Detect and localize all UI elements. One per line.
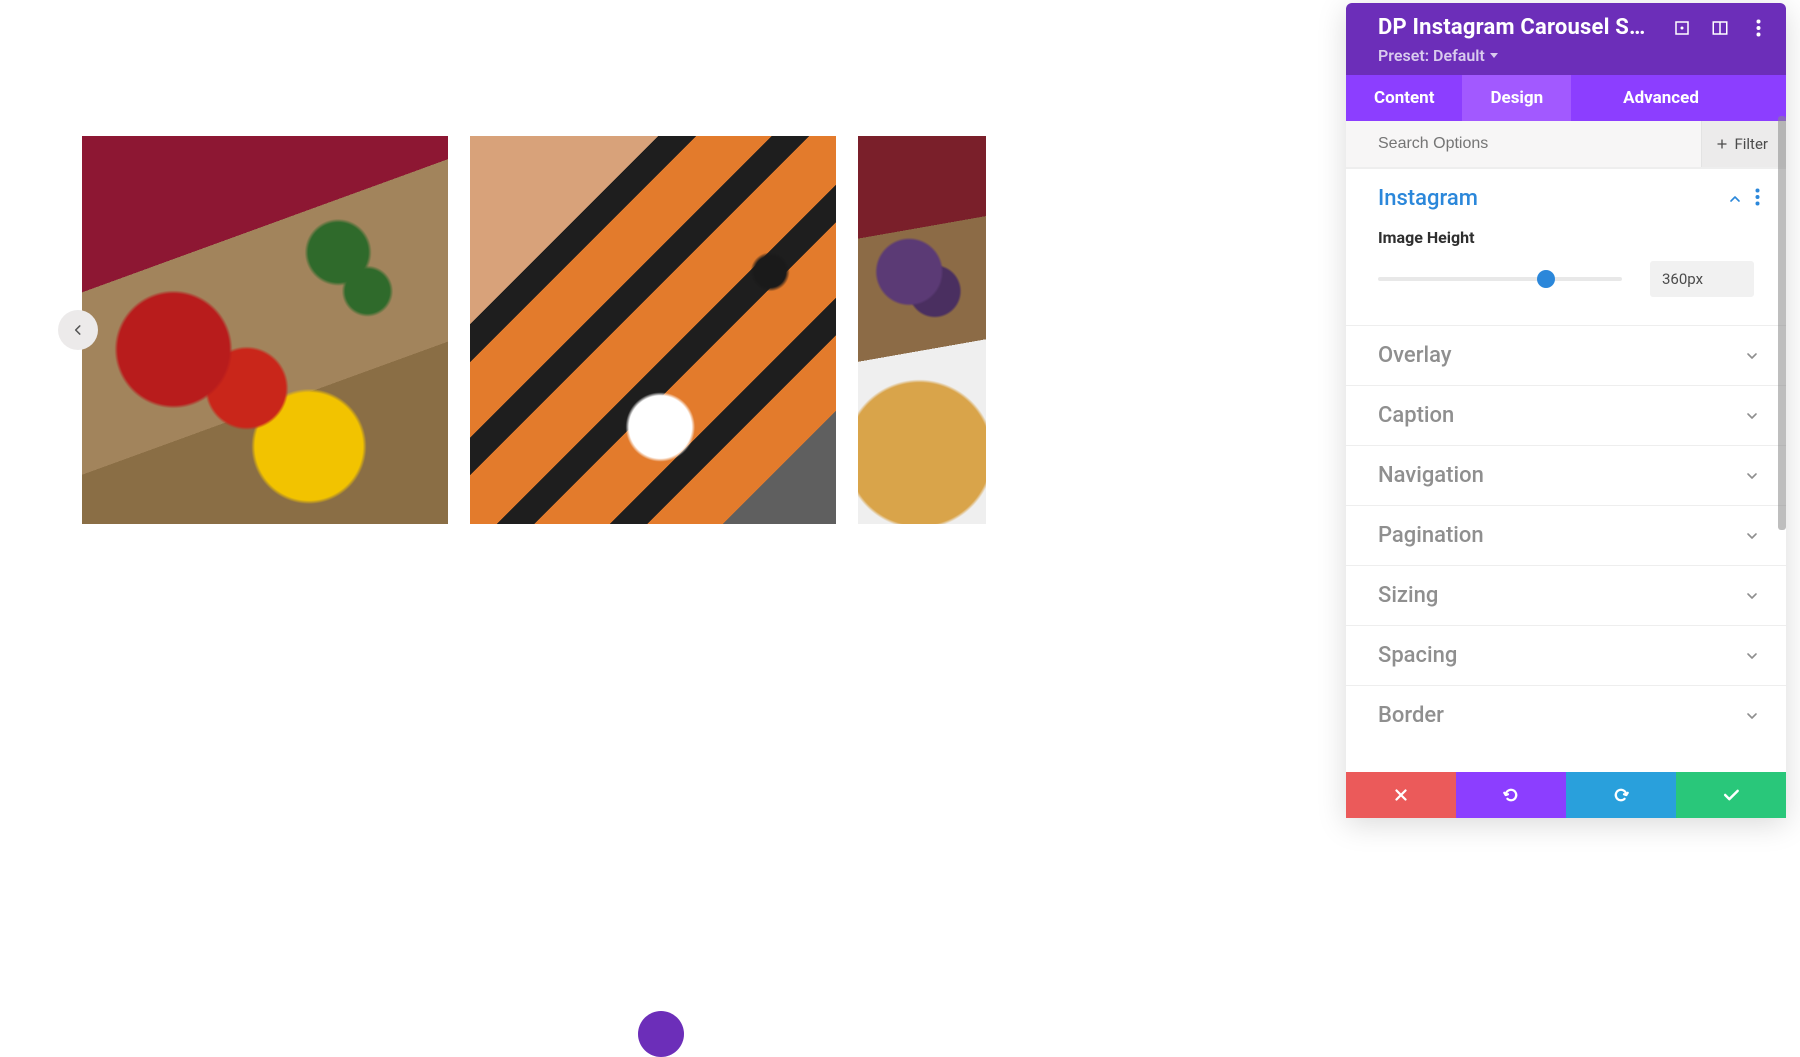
tab-advanced[interactable]: Advanced [1571, 75, 1727, 121]
instagram-carousel [82, 136, 986, 524]
settings-panel: DP Instagram Carousel Setti... Preset: D… [1346, 3, 1786, 818]
slider-thumb[interactable] [1537, 270, 1555, 288]
chevron-down-icon [1744, 648, 1760, 664]
chevron-down-icon [1744, 708, 1760, 724]
section-title: Navigation [1378, 463, 1744, 488]
tab-content[interactable]: Content [1346, 75, 1462, 121]
section-caption: Caption [1346, 385, 1786, 445]
chevron-down-icon [1744, 528, 1760, 544]
panel-scrollbar[interactable] [1778, 116, 1786, 530]
carousel-prev-button[interactable] [58, 310, 98, 350]
section-border: Border [1346, 685, 1786, 734]
section-sizing: Sizing [1346, 565, 1786, 625]
section-toggle-overlay[interactable]: Overlay [1346, 326, 1786, 385]
chevron-down-icon [1744, 348, 1760, 364]
section-title: Instagram [1378, 186, 1727, 211]
filter-button[interactable]: Filter [1701, 121, 1786, 167]
section-title: Sizing [1378, 583, 1744, 608]
section-overlay: Overlay [1346, 325, 1786, 385]
carousel-image[interactable] [858, 136, 986, 524]
section-instagram: Instagram Image Height 360px [1346, 168, 1786, 325]
section-toggle-sizing[interactable]: Sizing [1346, 566, 1786, 625]
preset-dropdown[interactable]: Preset: Default [1378, 46, 1498, 65]
panel-title: DP Instagram Carousel Setti... [1378, 15, 1654, 40]
caret-down-icon [1490, 53, 1498, 58]
section-title: Caption [1378, 403, 1744, 428]
section-navigation: Navigation [1346, 445, 1786, 505]
section-title: Border [1378, 703, 1744, 728]
panel-search-bar: Filter [1346, 121, 1786, 168]
section-toggle-caption[interactable]: Caption [1346, 386, 1786, 445]
section-title: Overlay [1378, 343, 1744, 368]
section-pagination: Pagination [1346, 505, 1786, 565]
panel-tabs: Content Design Advanced [1346, 75, 1786, 121]
image-height-label: Image Height [1378, 228, 1754, 247]
section-toggle-navigation[interactable]: Navigation [1346, 446, 1786, 505]
filter-label: Filter [1734, 135, 1768, 153]
undo-button[interactable] [1456, 772, 1566, 818]
chevron-up-icon [1727, 191, 1743, 207]
section-spacing: Spacing [1346, 625, 1786, 685]
image-height-value[interactable]: 360px [1650, 261, 1754, 297]
section-toggle-pagination[interactable]: Pagination [1346, 506, 1786, 565]
preset-label: Preset: Default [1378, 46, 1485, 65]
section-toggle-instagram[interactable]: Instagram [1346, 169, 1786, 228]
tab-design[interactable]: Design [1462, 75, 1571, 121]
chevron-down-icon [1744, 468, 1760, 484]
section-toggle-border[interactable]: Border [1346, 686, 1786, 734]
expand-icon[interactable] [1672, 18, 1692, 38]
panel-header: DP Instagram Carousel Setti... Preset: D… [1346, 3, 1786, 75]
panel-body: Instagram Image Height 360px [1346, 168, 1786, 772]
redo-button[interactable] [1566, 772, 1676, 818]
section-toggle-spacing[interactable]: Spacing [1346, 626, 1786, 685]
image-height-slider[interactable] [1378, 269, 1622, 289]
section-title: Pagination [1378, 523, 1744, 548]
carousel-image[interactable] [82, 136, 448, 524]
panel-footer [1346, 772, 1786, 818]
save-button[interactable] [1676, 772, 1786, 818]
builder-fab[interactable] [638, 1011, 684, 1057]
search-input[interactable] [1346, 122, 1701, 166]
cancel-button[interactable] [1346, 772, 1456, 818]
section-menu-icon[interactable] [1755, 188, 1760, 210]
section-title: Spacing [1378, 643, 1744, 668]
carousel-image[interactable] [470, 136, 836, 524]
panel-layout-icon[interactable] [1710, 18, 1730, 38]
chevron-down-icon [1744, 588, 1760, 604]
chevron-down-icon [1744, 408, 1760, 424]
panel-menu-icon[interactable] [1748, 18, 1768, 38]
